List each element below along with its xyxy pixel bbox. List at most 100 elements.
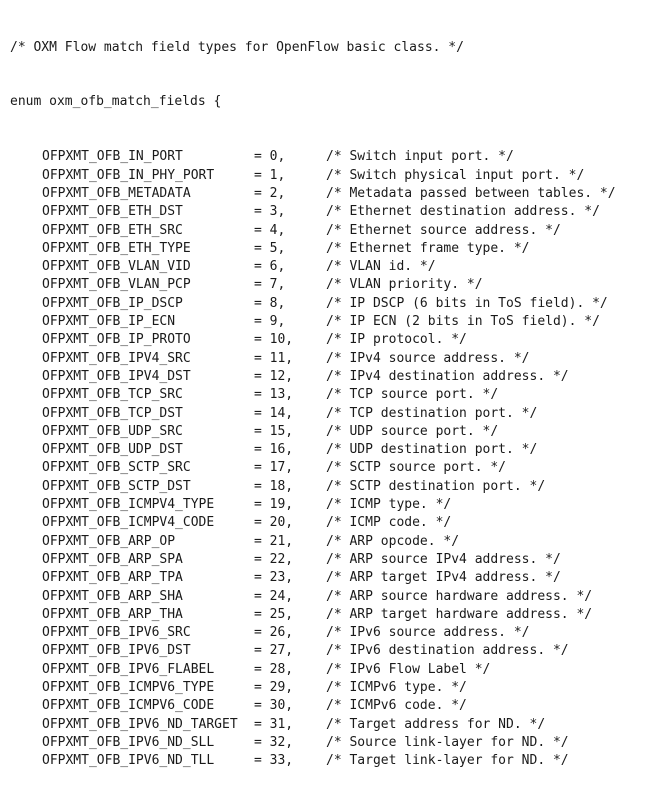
- enum-entry-value: = 4,: [254, 222, 286, 238]
- enum-entry-value: = 1,: [254, 167, 286, 183]
- enum-entry-comment: /* IP DSCP (6 bits in ToS field). */: [326, 295, 608, 311]
- enum-entry-name: OFPXMT_OFB_IPV6_FLABEL: [42, 661, 215, 677]
- enum-entry-name: OFPXMT_OFB_METADATA: [42, 185, 191, 201]
- enum-entry-value: = 7,: [254, 277, 286, 293]
- enum-entry-comment: /* ARP target IPv4 address. */: [326, 570, 561, 586]
- enum-entry: OFPXMT_OFB_SCTP_DST = 18, /* SCTP destinat…: [10, 478, 640, 496]
- enum-entry-name: OFPXMT_OFB_IN_PHY_PORT: [42, 167, 215, 183]
- enum-entry-comment: /* Target address for ND. */: [326, 716, 546, 732]
- enum-entry-name: OFPXMT_OFB_TCP_DST: [42, 405, 183, 421]
- enum-entry-value: = 13,: [254, 387, 294, 403]
- enum-entry-value: = 11,: [254, 350, 294, 366]
- enum-entry-comment: /* Ethernet source address. */: [326, 222, 561, 238]
- enum-entry-comment: /* ICMP type. */: [326, 497, 452, 513]
- enum-entry-comment: /* Target link-layer for ND. */: [326, 753, 569, 769]
- enum-entry-comment: /* TCP source port. */: [326, 387, 499, 403]
- enum-entry-value: = 24,: [254, 588, 294, 604]
- enum-entry-name: OFPXMT_OFB_ARP_THA: [42, 606, 183, 622]
- enum-entry-name: OFPXMT_OFB_IPV4_DST: [42, 368, 191, 384]
- enum-entry: OFPXMT_OFB_IPV4_SRC = 11, /* IPv4 source a…: [10, 350, 640, 368]
- enum-entry-value: = 5,: [254, 240, 286, 256]
- enum-entry: OFPXMT_OFB_IPV6_DST = 27, /* IPv6 destinat…: [10, 642, 640, 660]
- enum-entry-comment: /* ARP source IPv4 address. */: [326, 551, 561, 567]
- enum-entry: OFPXMT_OFB_ETH_SRC = 4, /* Ethernet source…: [10, 222, 640, 240]
- enum-entry: OFPXMT_OFB_IPV6_ND_TLL = 33, /* Target lin…: [10, 752, 640, 770]
- enum-entry: OFPXMT_OFB_TCP_SRC = 13, /* TCP source por…: [10, 386, 640, 404]
- enum-entry-value: = 21,: [254, 533, 294, 549]
- enum-entry: OFPXMT_OFB_ARP_TPA = 23, /* ARP target IPv…: [10, 569, 640, 587]
- enum-entry-comment: /* UDP destination port. */: [326, 442, 538, 458]
- enum-entry: OFPXMT_OFB_IPV6_FLABEL = 28, /* IPv6 Flow …: [10, 661, 640, 679]
- enum-entry-value: = 0,: [254, 149, 286, 165]
- enum-entry-comment: /* Switch input port. */: [326, 149, 514, 165]
- enum-entry-comment: /* IP protocol. */: [326, 332, 467, 348]
- enum-entry-value: = 9,: [254, 314, 286, 330]
- enum-entry-name: OFPXMT_OFB_VLAN_VID: [42, 259, 191, 275]
- enum-entry-name: OFPXMT_OFB_IP_ECN: [42, 314, 176, 330]
- enum-entry-value: = 10,: [254, 332, 294, 348]
- enum-entry-name: OFPXMT_OFB_IN_PORT: [42, 149, 183, 165]
- enum-entry: OFPXMT_OFB_IN_PORT = 0, /* Switch input po…: [10, 148, 640, 166]
- enum-entry: OFPXMT_OFB_TCP_DST = 14, /* TCP destinatio…: [10, 405, 640, 423]
- enum-entry: OFPXMT_OFB_UDP_SRC = 15, /* UDP source por…: [10, 423, 640, 441]
- enum-entry: OFPXMT_OFB_IPV6_ND_SLL = 32, /* Source lin…: [10, 734, 640, 752]
- enum-entry-value: = 6,: [254, 259, 286, 275]
- enum-entry-value: = 27,: [254, 643, 294, 659]
- enum-entry-comment: /* IPv6 Flow Label */: [326, 661, 491, 677]
- enum-entry-comment: /* IPv4 destination address. */: [326, 368, 569, 384]
- enum-entry-value: = 32,: [254, 734, 294, 750]
- enum-entry-comment: /* ARP opcode. */: [326, 533, 460, 549]
- enum-entry-comment: /* Switch physical input port. */: [326, 167, 585, 183]
- enum-entry: OFPXMT_OFB_IN_PHY_PORT = 1, /* Switch phys…: [10, 167, 640, 185]
- enum-entry-value: = 29,: [254, 679, 294, 695]
- enum-entry: OFPXMT_OFB_ICMPV6_CODE = 30, /* ICMPv6 cod…: [10, 697, 640, 715]
- enum-entry-name: OFPXMT_OFB_IP_PROTO: [42, 332, 191, 348]
- enum-entry-name: OFPXMT_OFB_ARP_SHA: [42, 588, 183, 604]
- enum-entry-value: = 30,: [254, 698, 294, 714]
- enum-entry: OFPXMT_OFB_VLAN_PCP = 7, /* VLAN priority.…: [10, 276, 640, 294]
- enum-entry-name: OFPXMT_OFB_ETH_TYPE: [42, 240, 191, 256]
- enum-entry: OFPXMT_OFB_SCTP_SRC = 17, /* SCTP source p…: [10, 459, 640, 477]
- enum-entry-name: OFPXMT_OFB_ARP_OP: [42, 533, 176, 549]
- enum-entry: OFPXMT_OFB_IP_DSCP = 8, /* IP DSCP (6 bits…: [10, 295, 640, 313]
- enum-entry-comment: /* Ethernet frame type. */: [326, 240, 530, 256]
- enum-entry-value: = 22,: [254, 551, 294, 567]
- enum-entry: OFPXMT_OFB_UDP_DST = 16, /* UDP destinatio…: [10, 441, 640, 459]
- enum-entry-name: OFPXMT_OFB_IP_DSCP: [42, 295, 183, 311]
- enum-entry-value: = 15,: [254, 423, 294, 439]
- enum-entry-value: = 26,: [254, 625, 294, 641]
- enum-entry: OFPXMT_OFB_IPV6_SRC = 26, /* IPv6 source a…: [10, 624, 640, 642]
- enum-entry-comment: /* VLAN id. */: [326, 259, 436, 275]
- enum-entry-value: = 17,: [254, 460, 294, 476]
- enum-entry-value: = 14,: [254, 405, 294, 421]
- enum-entry: OFPXMT_OFB_ARP_OP = 21, /* ARP opcode. */: [10, 533, 640, 551]
- enum-entry-comment: /* IPv6 source address. */: [326, 625, 530, 641]
- enum-entry-comment: /* IPv4 source address. */: [326, 350, 530, 366]
- enum-entry: OFPXMT_OFB_ICMPV4_CODE = 20, /* ICMP code.…: [10, 514, 640, 532]
- header-comment: /* OXM Flow match field types for OpenFl…: [10, 39, 464, 55]
- enum-entry: OFPXMT_OFB_ICMPV4_TYPE = 19, /* ICMP type.…: [10, 496, 640, 514]
- enum-entry-name: OFPXMT_OFB_VLAN_PCP: [42, 277, 191, 293]
- enum-entry-comment: /* Ethernet destination address. */: [326, 204, 600, 220]
- enum-entry-name: OFPXMT_OFB_IPV6_ND_SLL: [42, 734, 215, 750]
- enum-entry-comment: /* ICMP code. */: [326, 515, 452, 531]
- enum-entry: OFPXMT_OFB_ETH_TYPE = 5, /* Ethernet frame…: [10, 240, 640, 258]
- enum-entry-name: OFPXMT_OFB_IPV6_ND_TARGET: [42, 716, 238, 732]
- enum-entry-value: = 8,: [254, 295, 286, 311]
- enum-entry-comment: /* IP ECN (2 bits in ToS field). */: [326, 314, 600, 330]
- enum-entry-name: OFPXMT_OFB_ICMPV6_CODE: [42, 698, 215, 714]
- enum-entry-comment: /* TCP destination port. */: [326, 405, 538, 421]
- enum-entry-name: OFPXMT_OFB_ICMPV4_TYPE: [42, 497, 215, 513]
- enum-entry-name: OFPXMT_OFB_SCTP_SRC: [42, 460, 191, 476]
- enum-entry-value: = 25,: [254, 606, 294, 622]
- enum-entry-value: = 31,: [254, 716, 294, 732]
- enum-entry-name: OFPXMT_OFB_ARP_SPA: [42, 551, 183, 567]
- enum-entry: OFPXMT_OFB_IPV6_ND_TARGET = 31, /* Target …: [10, 716, 640, 734]
- enum-entry-comment: /* SCTP source port. */: [326, 460, 507, 476]
- enum-entry-comment: /* UDP source port. */: [326, 423, 499, 439]
- enum-entry-value: = 2,: [254, 185, 286, 201]
- enum-entry-comment: /* SCTP destination port. */: [326, 478, 546, 494]
- enum-entry-value: = 19,: [254, 497, 294, 513]
- enum-entry-name: OFPXMT_OFB_IPV6_SRC: [42, 625, 191, 641]
- enum-entry-value: = 18,: [254, 478, 294, 494]
